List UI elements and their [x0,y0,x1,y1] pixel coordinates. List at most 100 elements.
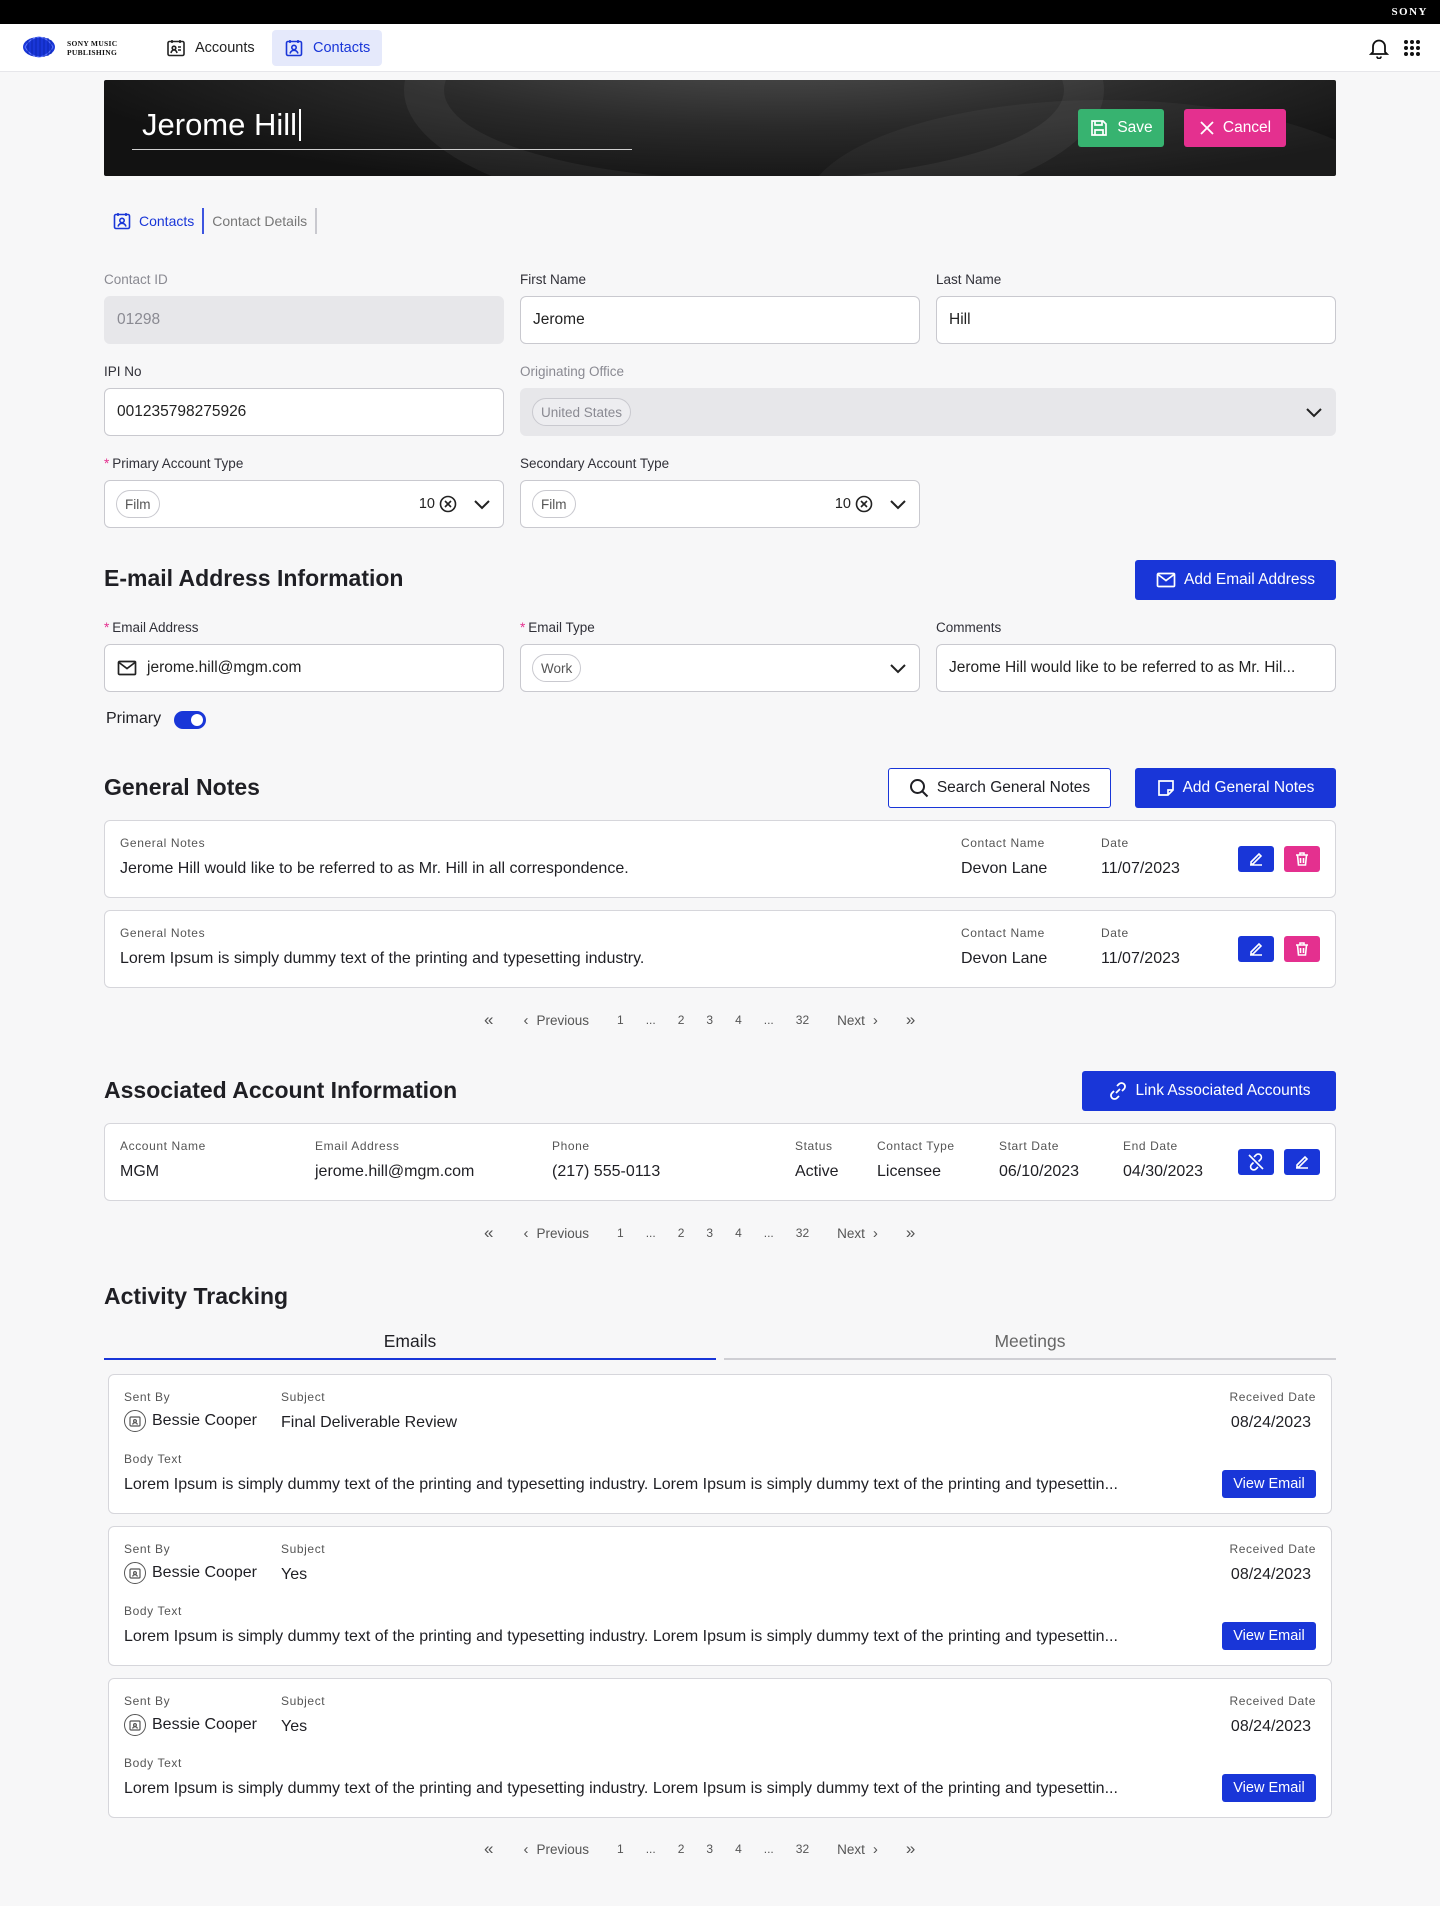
note-text: Jerome Hill would like to be referred to… [120,860,629,877]
search-icon [909,778,929,798]
page-link[interactable]: 32 [796,1013,809,1027]
sent-by-label: Sent By [124,1694,171,1708]
last-page-button[interactable]: » [906,1223,915,1243]
contact-type-column-label: Contact Type [877,1139,955,1153]
office-chip: United States [532,398,632,426]
contact-name-value: Jerome Hill [142,107,298,142]
sony-logo: SONY [1391,6,1428,18]
view-email-button[interactable]: View Email [1222,1774,1316,1802]
page-link[interactable]: 4 [735,1842,742,1856]
contact-name-input[interactable]: Jerome Hill [132,104,632,150]
last-page-button[interactable]: » [906,1010,915,1030]
apps-menu-button[interactable] [1400,36,1424,60]
email-type-label: * Email Type [520,620,595,635]
search-general-notes-button[interactable]: Search General Notes [888,768,1111,808]
page-link[interactable]: 32 [796,1226,809,1240]
notes-pagination: « ‹ Previous 1 ... 2 3 4 ... 32 Next › » [484,1010,915,1030]
email-column-label: Email Address [315,1139,400,1153]
next-label: Next [837,1012,865,1028]
first-name-field[interactable]: Jerome [520,296,920,344]
email-type-select[interactable]: Work [520,644,920,692]
page-link[interactable]: 1 [617,1013,624,1027]
nav-tab-contacts[interactable]: Contacts [272,30,383,66]
pencil-icon [1294,1154,1310,1170]
chevron-down-icon[interactable] [889,499,907,510]
first-page-button[interactable]: « [484,1223,493,1243]
email-address-field[interactable]: jerome.hill@mgm.com [104,644,504,692]
unlink-account-button[interactable] [1238,1149,1274,1175]
view-email-button[interactable]: View Email [1222,1470,1316,1498]
page-link[interactable]: 1 [617,1226,624,1240]
save-button[interactable]: Save [1078,109,1164,147]
email-body-text: Lorem Ipsum is simply dummy text of the … [124,1476,1118,1493]
previous-page-button[interactable]: ‹ Previous [523,1012,589,1029]
subtab-contact-details-label: Contact Details [212,213,308,229]
unlink-icon [1247,1153,1265,1171]
next-page-button[interactable]: Next › [837,1012,878,1029]
page-link[interactable]: 32 [796,1842,809,1856]
page-link[interactable]: 2 [678,1226,685,1240]
next-page-button[interactable]: Next › [837,1841,878,1858]
page-link[interactable]: 3 [706,1013,713,1027]
edit-note-button[interactable] [1238,846,1274,872]
originating-office-select: United States [520,388,1336,436]
subtab-contacts[interactable]: Contacts [104,208,205,234]
last-name-field[interactable]: Hill [936,296,1336,344]
contact-avatar-icon [124,1562,146,1584]
add-email-address-button[interactable]: Add Email Address [1135,560,1336,600]
first-page-button[interactable]: « [484,1839,493,1859]
edit-account-button[interactable] [1284,1149,1320,1175]
add-general-notes-button[interactable]: Add General Notes [1135,768,1336,808]
page-ellipsis: ... [645,1226,656,1240]
page-link[interactable]: 4 [735,1226,742,1240]
associated-accounts-title: Associated Account Information [104,1077,458,1103]
page-link[interactable]: 3 [706,1226,713,1240]
view-email-button[interactable]: View Email [1222,1622,1316,1650]
chevron-down-icon [889,663,907,674]
email-body-text: Lorem Ipsum is simply dummy text of the … [124,1780,1118,1797]
tab-emails[interactable]: Emails [104,1326,716,1360]
tab-meetings[interactable]: Meetings [724,1326,1336,1360]
nav-tab-accounts[interactable]: Accounts [154,30,267,66]
cancel-button[interactable]: Cancel [1184,109,1286,147]
edit-note-button[interactable] [1238,936,1274,962]
account-phone: (217) 555-0113 [552,1163,661,1180]
next-page-button[interactable]: Next › [837,1225,878,1242]
subtab-contact-details[interactable]: Contact Details [204,208,318,234]
page-link[interactable]: 1 [617,1842,624,1856]
page-link[interactable]: 2 [678,1842,685,1856]
account-email: jerome.hill@mgm.com [315,1163,475,1180]
clear-circle-icon[interactable] [439,495,457,513]
mail-icon [117,660,137,676]
mail-icon [1156,572,1176,588]
page-ellipsis: ... [763,1013,774,1027]
page-link[interactable]: 2 [678,1013,685,1027]
first-page-button[interactable]: « [484,1010,493,1030]
last-page-button[interactable]: » [906,1839,915,1859]
clear-circle-icon[interactable] [855,495,873,513]
primary-account-type-select[interactable]: Film 10 [104,480,504,528]
primary-account-type-label: * Primary Account Type [104,456,243,471]
link-associated-accounts-label: Link Associated Accounts [1135,1082,1311,1099]
primary-toggle[interactable] [174,711,206,729]
previous-page-button[interactable]: ‹ Previous [523,1841,589,1858]
previous-page-button[interactable]: ‹ Previous [523,1225,589,1242]
secondary-account-type-select[interactable]: Film 10 [520,480,920,528]
contact-name-column-label: Contact Name [961,926,1045,940]
ipi-field[interactable]: 001235798275926 [104,388,504,436]
close-icon [1199,120,1215,136]
page-link[interactable]: 3 [706,1842,713,1856]
delete-note-button[interactable] [1284,936,1320,962]
notifications-button[interactable] [1367,36,1391,60]
start-date-column-label: Start Date [999,1139,1060,1153]
text-caret [299,109,302,141]
nav-tab-accounts-label: Accounts [195,40,255,56]
comments-field[interactable]: Jerome Hill would like to be referred to… [936,644,1336,692]
link-associated-accounts-button[interactable]: Link Associated Accounts [1082,1071,1336,1111]
ipi-value: 001235798275926 [117,403,247,420]
page-link[interactable]: 4 [735,1013,742,1027]
chevron-right-icon: › [872,1224,878,1242]
note-text: Lorem Ipsum is simply dummy text of the … [120,950,645,967]
chevron-down-icon[interactable] [473,499,491,510]
delete-note-button[interactable] [1284,846,1320,872]
